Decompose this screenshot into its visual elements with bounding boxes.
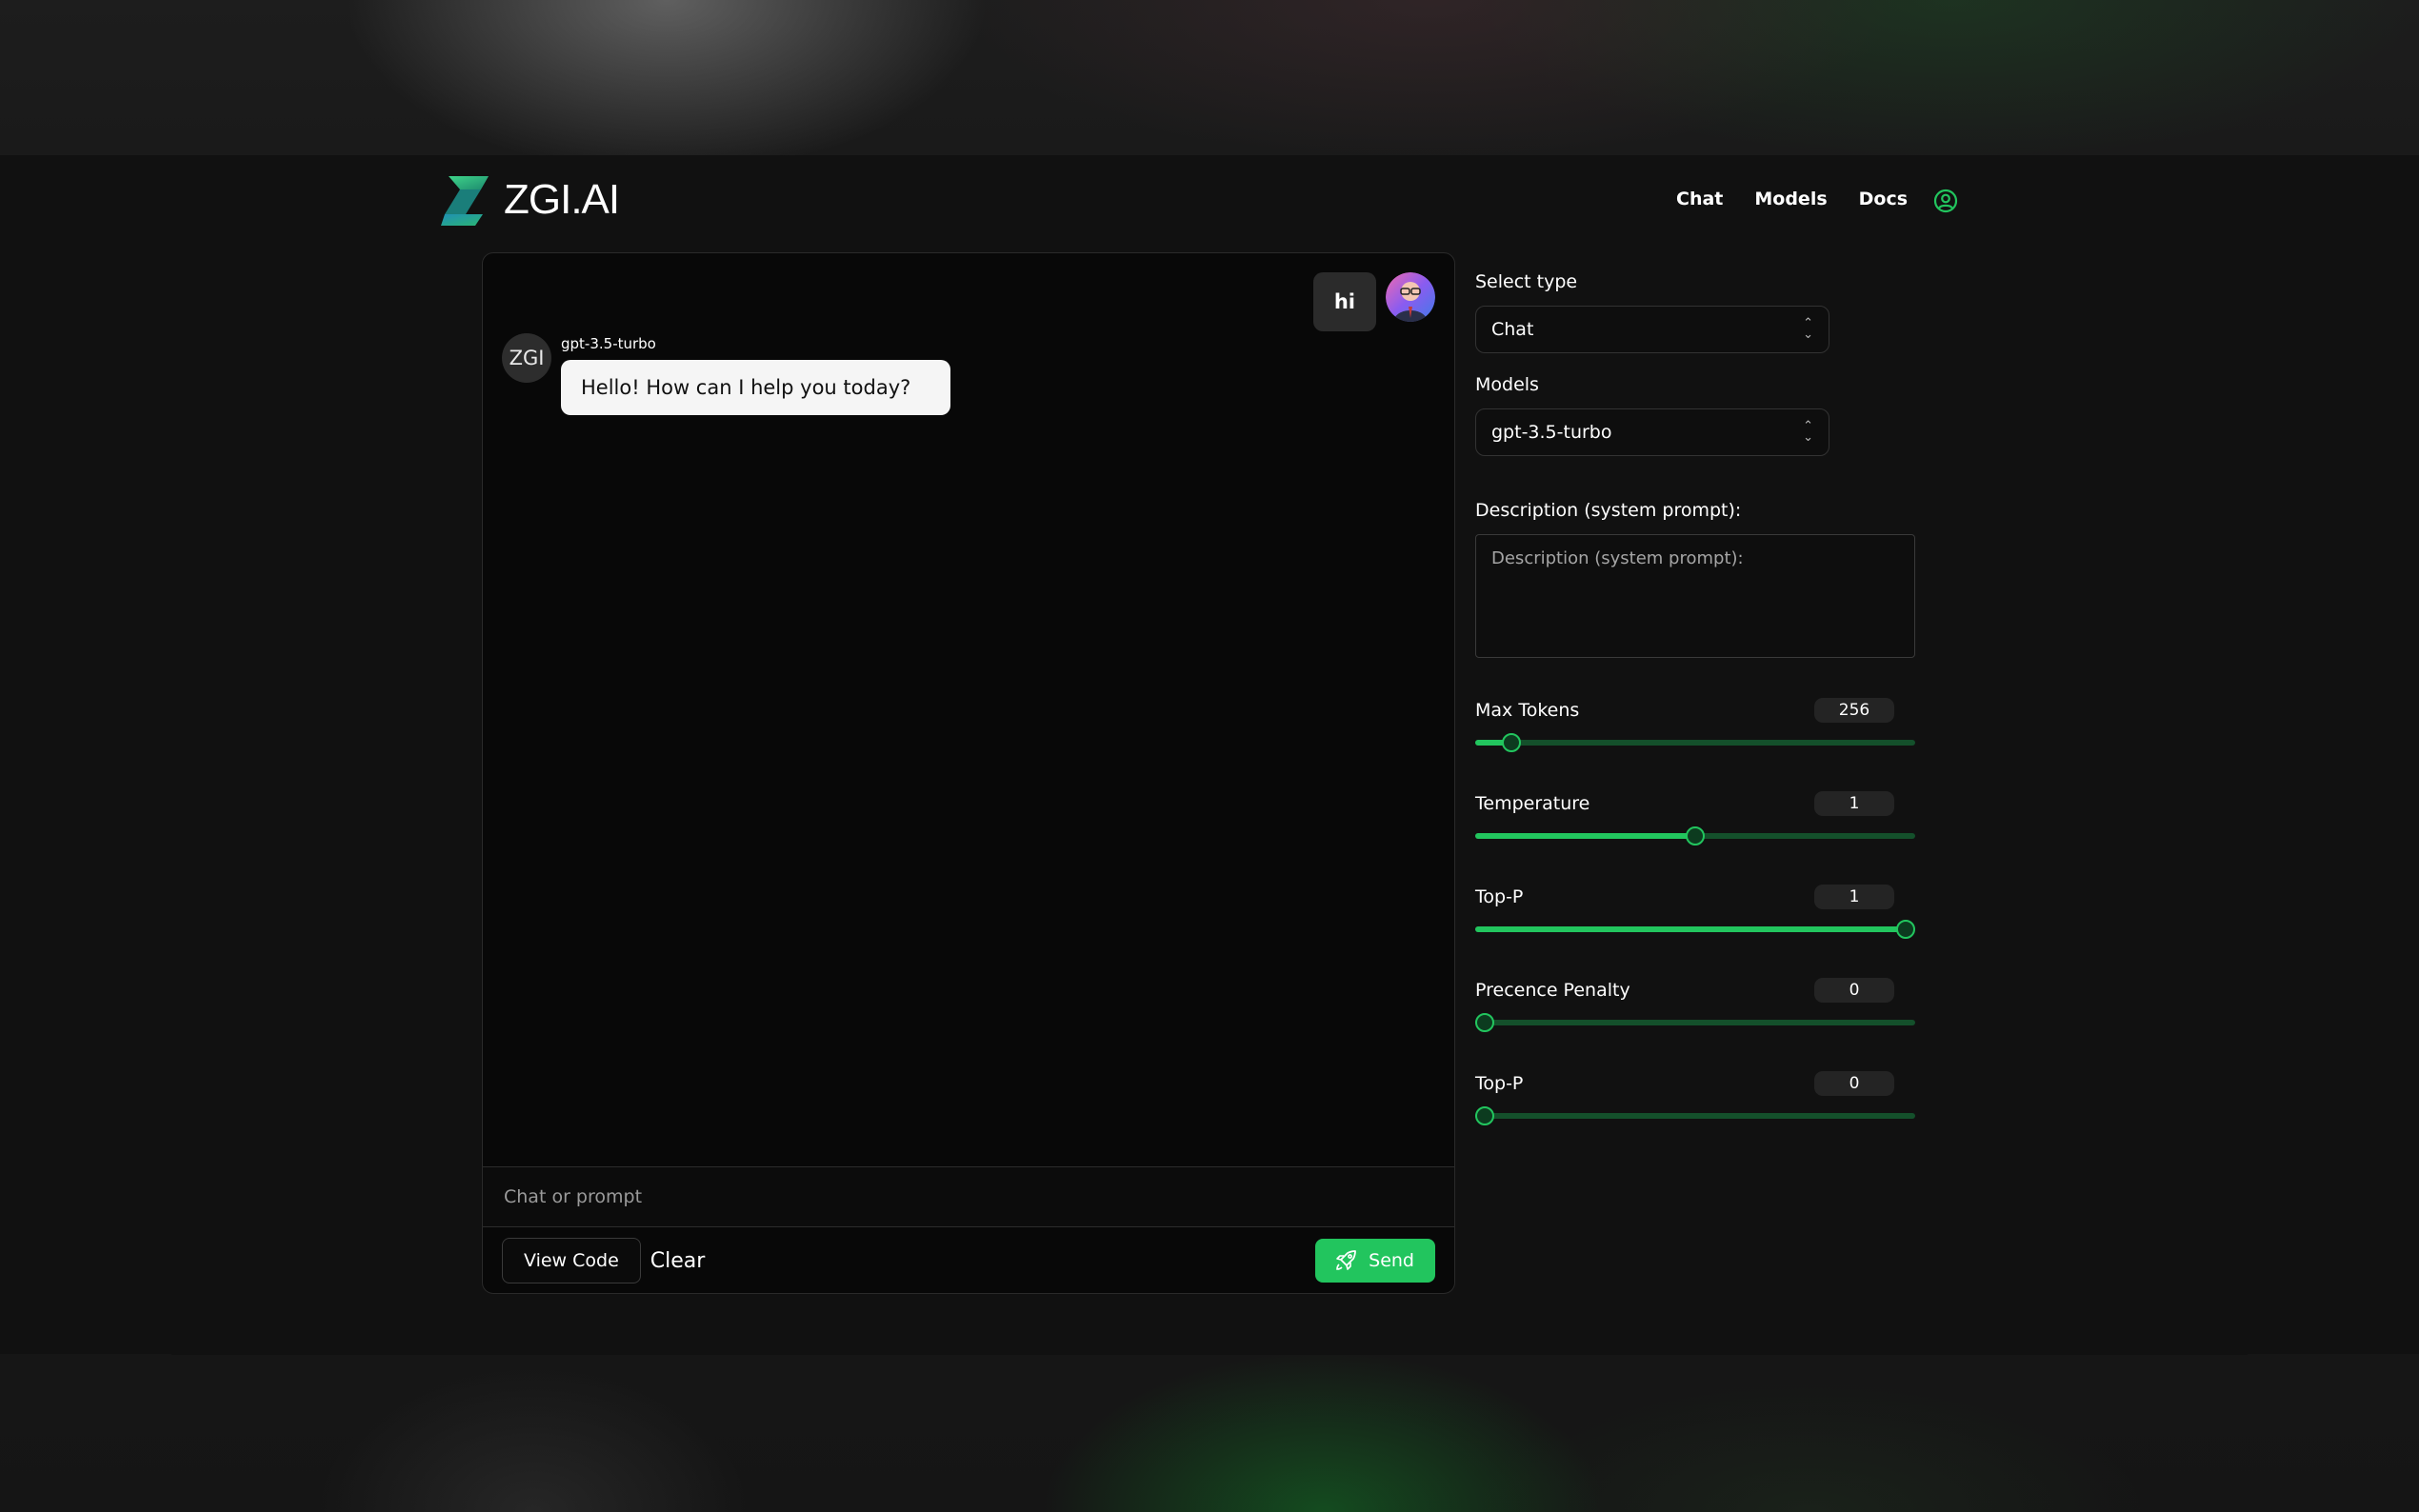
zgi-logo-icon xyxy=(441,176,489,226)
logo[interactable]: ZGI.AI xyxy=(441,174,620,226)
chevron-updown-icon: ⌃ ⌄ xyxy=(1803,316,1813,342)
nav-chat[interactable]: Chat xyxy=(1676,189,1723,209)
models-value: gpt-3.5-turbo xyxy=(1491,422,1612,443)
slider-top-p-2: Top-P 0 xyxy=(1475,1071,1915,1125)
slider-max-tokens: Max Tokens 256 xyxy=(1475,698,1915,752)
top-nav: Chat Models Docs xyxy=(1676,189,1908,209)
slider-thumb[interactable] xyxy=(1895,920,1915,939)
chat-input-container xyxy=(483,1166,1454,1227)
bottom-backdrop xyxy=(0,1354,2419,1512)
bot-avatar: ZGI xyxy=(502,333,551,383)
rocket-icon xyxy=(1336,1250,1357,1270)
select-type-value: Chat xyxy=(1491,319,1534,340)
chat-footer: View Code Clear Send xyxy=(483,1227,1454,1293)
slider-label: Max Tokens xyxy=(1475,700,1580,721)
slider-label: Top-P xyxy=(1475,1073,1524,1094)
view-code-button[interactable]: View Code xyxy=(502,1238,641,1283)
slider-track[interactable] xyxy=(1475,920,1915,939)
brand-name: ZGI.AI xyxy=(504,176,620,223)
slider-fill xyxy=(1475,926,1906,932)
slider-value[interactable]: 256 xyxy=(1814,698,1894,723)
bot-model-name: gpt-3.5-turbo xyxy=(561,335,656,352)
slider-track[interactable] xyxy=(1475,826,1915,846)
slider-label: Temperature xyxy=(1475,793,1590,814)
chat-panel: hi ZGI gpt-3.5-turbo Hello! How can I he… xyxy=(482,252,1455,1294)
slider-value[interactable]: 0 xyxy=(1814,978,1894,1003)
slider-thumb[interactable] xyxy=(1475,1013,1495,1032)
description-label: Description (system prompt): xyxy=(1475,500,1742,521)
slider-thumb[interactable] xyxy=(1686,826,1705,846)
slider-track[interactable] xyxy=(1475,1106,1915,1125)
slider-thumb[interactable] xyxy=(1501,733,1521,752)
user-message: hi xyxy=(1312,272,1435,331)
slider-value[interactable]: 0 xyxy=(1814,1071,1894,1096)
send-button[interactable]: Send xyxy=(1315,1239,1435,1283)
nav-docs[interactable]: Docs xyxy=(1859,189,1908,209)
select-type-dropdown[interactable]: Chat ⌃ ⌄ xyxy=(1475,306,1829,353)
slider-track[interactable] xyxy=(1475,733,1915,752)
slider-fill xyxy=(1475,833,1695,839)
chevron-updown-icon: ⌃ ⌄ xyxy=(1803,419,1813,445)
models-dropdown[interactable]: gpt-3.5-turbo ⌃ ⌄ xyxy=(1475,408,1829,456)
bot-message-bubble: Hello! How can I help you today? xyxy=(561,360,951,415)
slider-temperature: Temperature 1 xyxy=(1475,791,1915,846)
slider-top-p: Top-P 1 xyxy=(1475,885,1915,939)
description-input[interactable] xyxy=(1475,534,1915,658)
user-message-bubble: hi xyxy=(1312,272,1376,331)
slider-value[interactable]: 1 xyxy=(1814,791,1894,816)
clear-button[interactable]: Clear xyxy=(650,1249,706,1273)
select-type-label: Select type xyxy=(1475,271,1578,292)
bot-message: ZGI gpt-3.5-turbo Hello! How can I help … xyxy=(502,333,951,415)
send-label: Send xyxy=(1369,1250,1414,1271)
user-account-icon[interactable] xyxy=(1933,189,1958,213)
slider-list: Max Tokens 256 Temperature 1 Top-P 1 Pre… xyxy=(1475,698,1915,1125)
slider-value[interactable]: 1 xyxy=(1814,885,1894,909)
nav-models[interactable]: Models xyxy=(1754,189,1827,209)
models-label: Models xyxy=(1475,374,1539,395)
chat-input[interactable] xyxy=(483,1167,1454,1226)
slider-track[interactable] xyxy=(1475,1013,1915,1032)
top-backdrop xyxy=(0,0,2419,155)
settings-panel: Select type Chat ⌃ ⌄ Models gpt-3.5-turbo… xyxy=(1475,271,1915,1125)
slider-label: Top-P xyxy=(1475,886,1524,907)
slider-label: Precence Penalty xyxy=(1475,980,1630,1001)
slider-presence-penalty: Precence Penalty 0 xyxy=(1475,978,1915,1032)
user-avatar[interactable] xyxy=(1386,272,1435,322)
